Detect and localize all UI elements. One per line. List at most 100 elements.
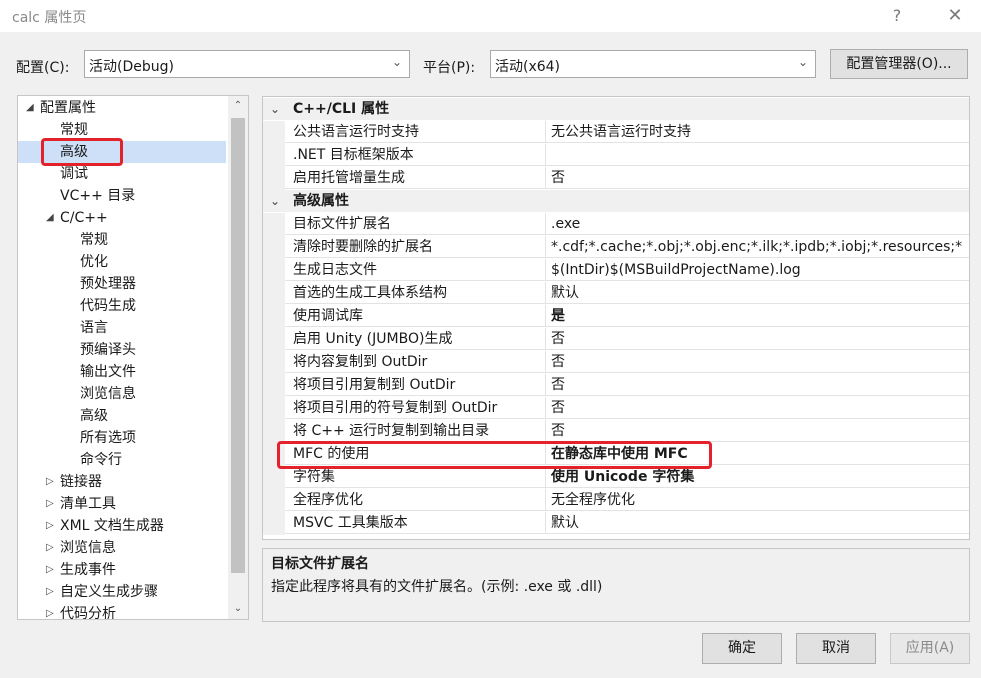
property-row[interactable]: 字符集 使用 Unicode 字符集 [263, 466, 969, 489]
scroll-thumb[interactable] [231, 118, 245, 573]
property-value[interactable]: 无公共语言运行时支持 [546, 121, 969, 143]
tree-item[interactable]: ▷ 链接器 [18, 471, 226, 493]
grid-category[interactable]: ⌄ 高级属性 [263, 190, 969, 212]
tree-scrollbar[interactable]: ⌃ ⌄ [228, 96, 248, 619]
tree-item[interactable]: 输出文件 [18, 361, 226, 383]
property-value[interactable]: 默认 [546, 282, 969, 304]
tree-item[interactable]: 所有选项 [18, 427, 226, 449]
property-row[interactable]: .NET 目标框架版本 [263, 144, 969, 167]
row-gutter [263, 466, 285, 489]
row-gutter [263, 282, 285, 305]
property-name: 启用 Unity (JUMBO)生成 [285, 328, 546, 350]
tree-item[interactable]: ◢ 配置属性 [18, 97, 226, 119]
property-value[interactable] [546, 144, 969, 166]
property-value[interactable]: $(IntDir)$(MSBuildProjectName).log [546, 259, 969, 281]
tree-item[interactable]: ▷ 浏览信息 [18, 537, 226, 559]
property-row[interactable]: 首选的生成工具体系结构 默认 [263, 282, 969, 305]
expand-icon[interactable]: ▷ [46, 493, 54, 515]
property-value[interactable]: 否 [546, 351, 969, 373]
property-value[interactable]: 否 [546, 167, 969, 189]
help-button[interactable]: ? [879, 4, 915, 28]
expand-icon[interactable]: ▷ [46, 603, 54, 619]
tree-item[interactable]: VC++ 目录 [18, 185, 226, 207]
tree-item[interactable]: ▷ 代码分析 [18, 603, 226, 619]
tree-item[interactable]: 浏览信息 [18, 383, 226, 405]
tree-item[interactable]: 调试 [18, 163, 226, 185]
row-gutter [263, 167, 285, 190]
property-row[interactable]: 目标文件扩展名 .exe [263, 213, 969, 236]
tree-item[interactable]: 命令行 [18, 449, 226, 471]
tree-item[interactable]: 语言 [18, 317, 226, 339]
tree-item[interactable]: 优化 [18, 251, 226, 273]
property-value[interactable]: 是 [546, 305, 969, 327]
property-row[interactable]: 使用调试库是 [263, 305, 969, 328]
property-value[interactable]: *.cdf;*.cache;*.obj;*.obj.enc;*.ilk;*.ip… [546, 236, 969, 258]
property-row[interactable]: 全程序优化 无全程序优化 [263, 489, 969, 512]
row-gutter [263, 305, 285, 328]
property-row[interactable]: 生成日志文件 $(IntDir)$(MSBuildProjectName).log [263, 259, 969, 282]
property-row[interactable]: 公共语言运行时支持 无公共语言运行时支持 [263, 121, 969, 144]
property-value[interactable]: 默认 [546, 512, 969, 534]
chevron-down-icon[interactable]: ⌄ [270, 98, 280, 120]
tree-item[interactable]: 高级 [18, 405, 226, 427]
close-button[interactable]: ✕ [937, 4, 973, 28]
property-row[interactable]: 启用托管增量生成否 [263, 167, 969, 190]
expand-icon[interactable]: ▷ [46, 559, 54, 581]
property-value[interactable]: 否 [546, 328, 969, 350]
property-value[interactable]: 否 [546, 420, 969, 442]
tree-item-label: 自定义生成步骤 [60, 584, 158, 600]
row-gutter [263, 512, 285, 535]
tree-item-label: 清单工具 [60, 496, 116, 512]
expand-icon[interactable]: ▷ [46, 471, 54, 493]
property-row[interactable]: 将 C++ 运行时复制到输出目录否 [263, 420, 969, 443]
ok-button[interactable]: 确定 [702, 633, 782, 664]
collapse-icon[interactable]: ◢ [26, 97, 34, 119]
scroll-down-icon[interactable]: ⌄ [228, 599, 248, 619]
expand-icon[interactable]: ▷ [46, 515, 54, 537]
description-title: 目标文件扩展名 [271, 556, 369, 572]
tree-item[interactable]: ▷ 生成事件 [18, 559, 226, 581]
tree-item[interactable]: 预编译头 [18, 339, 226, 361]
expand-icon[interactable]: ▷ [46, 537, 54, 559]
scroll-up-icon[interactable]: ⌃ [228, 96, 248, 116]
tree-item-label: 配置属性 [40, 100, 96, 116]
configuration-manager-button[interactable]: 配置管理器(O)... [830, 49, 968, 79]
tree-item[interactable]: ▷ 清单工具 [18, 493, 226, 515]
config-dropdown[interactable]: 活动(Debug) ⌄ [84, 50, 410, 78]
row-gutter [263, 351, 285, 374]
config-value: 活动(Debug) [89, 59, 174, 75]
tree-item-label: 优化 [80, 254, 108, 270]
expand-icon[interactable]: ▷ [46, 581, 54, 603]
property-value[interactable]: 否 [546, 397, 969, 419]
tree-item[interactable]: ▷ XML 文档生成器 [18, 515, 226, 537]
tree-item-label: 输出文件 [80, 364, 136, 380]
property-row[interactable]: 将项目引用复制到 OutDir 否 [263, 374, 969, 397]
property-value[interactable]: 使用 Unicode 字符集 [546, 466, 969, 488]
property-row[interactable]: 将内容复制到 OutDir 否 [263, 351, 969, 374]
config-label: 配置(C): [16, 60, 70, 76]
property-name: 全程序优化 [285, 489, 546, 511]
tree-item-label: VC++ 目录 [60, 188, 136, 204]
collapse-icon[interactable]: ◢ [46, 207, 54, 229]
tree-item[interactable]: 代码生成 [18, 295, 226, 317]
property-value[interactable]: 无全程序优化 [546, 489, 969, 511]
property-name: 将项目引用的符号复制到 OutDir [285, 397, 546, 419]
cancel-button[interactable]: 取消 [796, 633, 876, 664]
property-value[interactable]: .exe [546, 213, 969, 235]
tree-item[interactable]: ▷ 自定义生成步骤 [18, 581, 226, 603]
property-row[interactable]: MSVC 工具集版本 默认 [263, 512, 969, 535]
property-row[interactable]: 启用 Unity (JUMBO)生成否 [263, 328, 969, 351]
tree-item[interactable]: 预处理器 [18, 273, 226, 295]
property-value[interactable]: 否 [546, 374, 969, 396]
property-row[interactable]: 清除时要删除的扩展名 *.cdf;*.cache;*.obj;*.obj.enc;… [263, 236, 969, 259]
tree-item[interactable]: ◢ C/C++ [18, 207, 226, 229]
grid-category[interactable]: ⌄ C++/CLI 属性 [263, 98, 969, 120]
platform-dropdown[interactable]: 活动(x64) ⌄ [490, 50, 816, 78]
property-row[interactable]: 将项目引用的符号复制到 OutDir 否 [263, 397, 969, 420]
tree-item[interactable]: 常规 [18, 229, 226, 251]
apply-button[interactable]: 应用(A) [890, 633, 970, 664]
property-name: 字符集 [285, 466, 546, 488]
chevron-down-icon[interactable]: ⌄ [270, 190, 280, 212]
tree-item-label: XML 文档生成器 [60, 518, 164, 534]
row-gutter [263, 144, 285, 167]
